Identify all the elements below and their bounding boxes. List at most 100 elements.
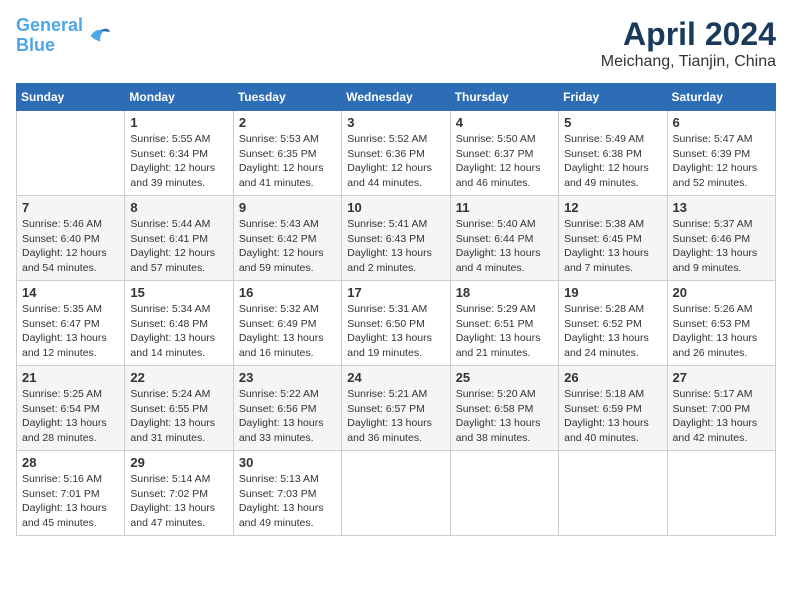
logo-text: General Blue xyxy=(16,16,83,56)
day-info: Sunrise: 5:46 AMSunset: 6:40 PMDaylight:… xyxy=(22,217,119,276)
day-number: 8 xyxy=(130,200,227,215)
day-number: 6 xyxy=(673,115,770,130)
header-saturday: Saturday xyxy=(667,84,775,111)
day-info: Sunrise: 5:20 AMSunset: 6:58 PMDaylight:… xyxy=(456,387,553,446)
day-number: 14 xyxy=(22,285,119,300)
day-info: Sunrise: 5:25 AMSunset: 6:54 PMDaylight:… xyxy=(22,387,119,446)
day-number: 5 xyxy=(564,115,661,130)
calendar-cell: 9Sunrise: 5:43 AMSunset: 6:42 PMDaylight… xyxy=(233,196,341,281)
calendar-cell: 18Sunrise: 5:29 AMSunset: 6:51 PMDayligh… xyxy=(450,281,558,366)
day-info: Sunrise: 5:44 AMSunset: 6:41 PMDaylight:… xyxy=(130,217,227,276)
day-number: 11 xyxy=(456,200,553,215)
calendar-cell: 11 Sunrise: 5:40 AMSunset: 6:44 PMDayligh… xyxy=(450,196,558,281)
day-info: Sunrise: 5:43 AMSunset: 6:42 PMDaylight:… xyxy=(239,217,336,276)
day-number: 7 xyxy=(22,200,119,215)
calendar-cell: 10 Sunrise: 5:41 AMSunset: 6:43 PMDayligh… xyxy=(342,196,450,281)
calendar-cell xyxy=(450,451,558,536)
day-number: 16 xyxy=(239,285,336,300)
day-info: Sunrise: 5:37 AMSunset: 6:46 PMDaylight:… xyxy=(673,217,770,276)
day-number: 13 xyxy=(673,200,770,215)
logo-bird-icon xyxy=(85,22,113,50)
week-row-1: 7 Sunrise: 5:46 AMSunset: 6:40 PMDaylight… xyxy=(17,196,776,281)
calendar-cell: 24 Sunrise: 5:21 AMSunset: 6:57 PMDayligh… xyxy=(342,366,450,451)
page-header: General Blue April 2024 Meichang, Tianji… xyxy=(16,16,776,71)
day-info: Sunrise: 5:55 AMSunset: 6:34 PMDaylight:… xyxy=(130,132,227,191)
calendar-cell: 20 Sunrise: 5:26 AMSunset: 6:53 PMDayligh… xyxy=(667,281,775,366)
calendar-cell: 15 Sunrise: 5:34 AMSunset: 6:48 PMDayligh… xyxy=(125,281,233,366)
day-number: 30 xyxy=(239,455,336,470)
day-number: 27 xyxy=(673,370,770,385)
calendar-cell: 17 Sunrise: 5:31 AMSunset: 6:50 PMDayligh… xyxy=(342,281,450,366)
day-info: Sunrise: 5:40 AMSunset: 6:44 PMDaylight:… xyxy=(456,217,553,276)
day-number: 2 xyxy=(239,115,336,130)
day-info: Sunrise: 5:50 AMSunset: 6:37 PMDaylight:… xyxy=(456,132,553,191)
calendar-cell xyxy=(17,111,125,196)
day-number: 22 xyxy=(130,370,227,385)
week-row-3: 21 Sunrise: 5:25 AMSunset: 6:54 PMDayligh… xyxy=(17,366,776,451)
calendar-cell: 3 Sunrise: 5:52 AMSunset: 6:36 PMDaylight… xyxy=(342,111,450,196)
day-number: 26 xyxy=(564,370,661,385)
week-row-2: 14 Sunrise: 5:35 AMSunset: 6:47 PMDayligh… xyxy=(17,281,776,366)
day-info: Sunrise: 5:41 AMSunset: 6:43 PMDaylight:… xyxy=(347,217,444,276)
day-number: 24 xyxy=(347,370,444,385)
calendar-cell: 23Sunrise: 5:22 AMSunset: 6:56 PMDayligh… xyxy=(233,366,341,451)
day-number: 18 xyxy=(456,285,553,300)
logo-line1: General xyxy=(16,15,83,35)
calendar-header-row: SundayMondayTuesdayWednesdayThursdayFrid… xyxy=(17,84,776,111)
calendar-cell: 28 Sunrise: 5:16 AMSunset: 7:01 PMDayligh… xyxy=(17,451,125,536)
calendar-cell: 25 Sunrise: 5:20 AMSunset: 6:58 PMDayligh… xyxy=(450,366,558,451)
day-number: 20 xyxy=(673,285,770,300)
calendar-cell: 14 Sunrise: 5:35 AMSunset: 6:47 PMDayligh… xyxy=(17,281,125,366)
day-info: Sunrise: 5:16 AMSunset: 7:01 PMDaylight:… xyxy=(22,472,119,531)
day-number: 25 xyxy=(456,370,553,385)
header-sunday: Sunday xyxy=(17,84,125,111)
calendar-cell: 26 Sunrise: 5:18 AMSunset: 6:59 PMDayligh… xyxy=(559,366,667,451)
day-number: 28 xyxy=(22,455,119,470)
day-info: Sunrise: 5:52 AMSunset: 6:36 PMDaylight:… xyxy=(347,132,444,191)
calendar-cell: 29Sunrise: 5:14 AMSunset: 7:02 PMDayligh… xyxy=(125,451,233,536)
day-info: Sunrise: 5:34 AMSunset: 6:48 PMDaylight:… xyxy=(130,302,227,361)
calendar-subtitle: Meichang, Tianjin, China xyxy=(601,53,776,71)
title-block: April 2024 Meichang, Tianjin, China xyxy=(601,16,776,71)
day-info: Sunrise: 5:47 AMSunset: 6:39 PMDaylight:… xyxy=(673,132,770,191)
day-number: 21 xyxy=(22,370,119,385)
header-tuesday: Tuesday xyxy=(233,84,341,111)
day-info: Sunrise: 5:35 AMSunset: 6:47 PMDaylight:… xyxy=(22,302,119,361)
day-info: Sunrise: 5:32 AMSunset: 6:49 PMDaylight:… xyxy=(239,302,336,361)
day-number: 4 xyxy=(456,115,553,130)
calendar-cell: 13 Sunrise: 5:37 AMSunset: 6:46 PMDayligh… xyxy=(667,196,775,281)
calendar-cell: 6 Sunrise: 5:47 AMSunset: 6:39 PMDaylight… xyxy=(667,111,775,196)
calendar-cell xyxy=(667,451,775,536)
calendar-cell: 7 Sunrise: 5:46 AMSunset: 6:40 PMDaylight… xyxy=(17,196,125,281)
day-info: Sunrise: 5:17 AMSunset: 7:00 PMDaylight:… xyxy=(673,387,770,446)
calendar-cell xyxy=(559,451,667,536)
calendar-cell: 27 Sunrise: 5:17 AMSunset: 7:00 PMDayligh… xyxy=(667,366,775,451)
day-info: Sunrise: 5:22 AMSunset: 6:56 PMDaylight:… xyxy=(239,387,336,446)
day-number: 15 xyxy=(130,285,227,300)
calendar-cell: 22Sunrise: 5:24 AMSunset: 6:55 PMDayligh… xyxy=(125,366,233,451)
day-number: 3 xyxy=(347,115,444,130)
day-number: 10 xyxy=(347,200,444,215)
day-info: Sunrise: 5:18 AMSunset: 6:59 PMDaylight:… xyxy=(564,387,661,446)
header-wednesday: Wednesday xyxy=(342,84,450,111)
calendar-cell: 4 Sunrise: 5:50 AMSunset: 6:37 PMDaylight… xyxy=(450,111,558,196)
calendar-cell: 1 Sunrise: 5:55 AMSunset: 6:34 PMDaylight… xyxy=(125,111,233,196)
calendar-cell: 5Sunrise: 5:49 AMSunset: 6:38 PMDaylight… xyxy=(559,111,667,196)
week-row-4: 28 Sunrise: 5:16 AMSunset: 7:01 PMDayligh… xyxy=(17,451,776,536)
calendar-cell xyxy=(342,451,450,536)
day-info: Sunrise: 5:21 AMSunset: 6:57 PMDaylight:… xyxy=(347,387,444,446)
calendar-cell: 16 Sunrise: 5:32 AMSunset: 6:49 PMDayligh… xyxy=(233,281,341,366)
calendar-cell: 8 Sunrise: 5:44 AMSunset: 6:41 PMDaylight… xyxy=(125,196,233,281)
logo: General Blue xyxy=(16,16,113,56)
day-number: 17 xyxy=(347,285,444,300)
day-info: Sunrise: 5:26 AMSunset: 6:53 PMDaylight:… xyxy=(673,302,770,361)
calendar-cell: 12Sunrise: 5:38 AMSunset: 6:45 PMDayligh… xyxy=(559,196,667,281)
logo-line2: Blue xyxy=(16,35,55,55)
header-friday: Friday xyxy=(559,84,667,111)
day-info: Sunrise: 5:31 AMSunset: 6:50 PMDaylight:… xyxy=(347,302,444,361)
day-number: 1 xyxy=(130,115,227,130)
day-number: 29 xyxy=(130,455,227,470)
calendar-cell: 2Sunrise: 5:53 AMSunset: 6:35 PMDaylight… xyxy=(233,111,341,196)
header-thursday: Thursday xyxy=(450,84,558,111)
header-monday: Monday xyxy=(125,84,233,111)
